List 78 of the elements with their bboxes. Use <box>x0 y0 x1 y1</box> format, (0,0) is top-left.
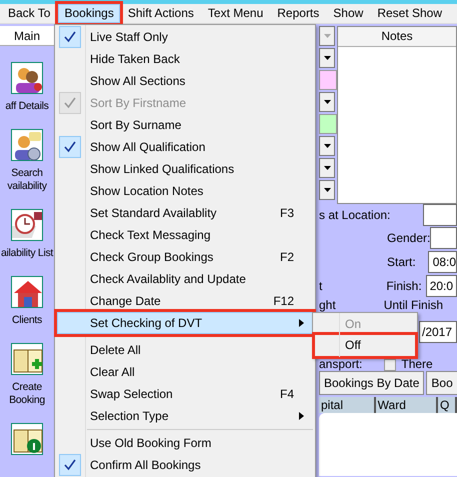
text-field[interactable] <box>423 204 457 226</box>
checkbox[interactable] <box>59 136 81 158</box>
menu-item[interactable]: Clear All <box>57 361 313 383</box>
dropdown-button[interactable] <box>319 92 335 112</box>
caret-icon <box>322 165 332 171</box>
sidebar-label[interactable]: ailability List <box>0 247 54 260</box>
check-icon <box>64 31 76 43</box>
menu-item[interactable]: Set Checking of DVT <box>57 312 313 334</box>
caret-icon <box>322 143 332 149</box>
menu-item[interactable]: Off <box>315 335 415 356</box>
field-label: Gender: <box>387 230 430 246</box>
field-label: Until Finish <box>384 298 444 312</box>
field-label: t <box>319 278 322 294</box>
menu-item[interactable]: Check Group Bookings F2 <box>57 246 313 268</box>
menu-item[interactable]: Back To <box>2 4 56 23</box>
menu-item[interactable]: Reports <box>271 4 326 23</box>
checkbox[interactable] <box>59 454 81 476</box>
menu-item[interactable]: Show All Sections <box>57 70 313 92</box>
text-field[interactable] <box>430 227 457 249</box>
text-field[interactable]: 20:0 <box>426 275 457 297</box>
sidebar-label[interactable]: Search vailability <box>0 167 54 193</box>
caret-icon <box>322 33 332 39</box>
shortcut-label: F3 <box>280 206 294 220</box>
menu-item[interactable]: Swap Selection F4 <box>57 383 313 405</box>
menu-item[interactable]: Confirm All Bookings <box>57 454 313 476</box>
caret-icon <box>322 187 332 193</box>
color-field[interactable] <box>319 70 337 90</box>
menu-item[interactable]: Show Linked Qualifications <box>57 158 313 180</box>
sidebar-label[interactable]: aff Details <box>0 100 54 113</box>
sidebar-label[interactable]: Create Booking <box>0 381 54 407</box>
main-tab[interactable]: Main <box>0 26 54 46</box>
menu-item[interactable]: Set Standard Availablity F3 <box>57 202 313 224</box>
text-field[interactable]: 08:0 <box>428 251 457 273</box>
menu-item[interactable]: Live Staff Only <box>57 26 313 48</box>
checkbox[interactable] <box>384 359 396 371</box>
column-header: Notes <box>338 27 456 47</box>
menu-item[interactable]: Hide Taken Back <box>57 48 313 70</box>
shortcut-label: F4 <box>280 386 294 402</box>
dropdown-button[interactable] <box>319 136 335 156</box>
caret-icon <box>322 55 332 61</box>
checkbox-label: There <box>401 356 433 371</box>
menu-item[interactable]: Show All Qualification <box>57 136 313 158</box>
color-field[interactable] <box>319 114 337 134</box>
menu-item[interactable]: Bookings <box>58 4 120 23</box>
shortcut-label: F2 <box>280 250 294 264</box>
field-label: Finish: <box>386 278 422 294</box>
menu-item[interactable]: Text Menu <box>202 4 270 23</box>
menu-item[interactable]: Selection Type <box>57 405 313 427</box>
toolbar-button[interactable]: Bookings By Date <box>319 371 424 395</box>
menu-item[interactable]: Check Text Messaging <box>57 224 313 246</box>
check-icon <box>64 97 76 109</box>
menu-item[interactable]: Show Location Notes <box>57 180 313 202</box>
menu-item[interactable]: Show <box>327 4 370 23</box>
menu-item[interactable]: Shift Actions <box>122 4 200 23</box>
menu-item[interactable]: Change Date F12 <box>57 290 313 312</box>
menu-item[interactable]: Use Old Booking Form <box>57 432 313 454</box>
menu-item[interactable]: Sort By Surname <box>57 114 313 136</box>
shortcut-label: F12 <box>273 294 294 308</box>
field-label: Start: <box>387 254 416 270</box>
people-search-icon <box>12 130 44 162</box>
submenu-arrow-icon <box>299 319 304 327</box>
dropdown-button[interactable] <box>319 180 335 200</box>
check-icon <box>64 459 76 471</box>
caret-icon <box>322 99 332 105</box>
field-label: ansport: <box>319 356 362 371</box>
toolbar-button[interactable]: Boo <box>426 371 457 395</box>
check-icon <box>64 141 76 153</box>
menu-item[interactable]: Delete All <box>57 339 313 361</box>
dropdown-button[interactable] <box>319 48 335 68</box>
field-label: s at Location: <box>319 208 390 222</box>
menu-item[interactable]: Check Availablity and Update <box>57 268 313 290</box>
field-label: ght <box>319 298 336 312</box>
sidebar-label[interactable]: Clients <box>0 314 54 327</box>
checkbox[interactable] <box>59 26 81 48</box>
date-field[interactable]: /2017 <box>419 321 457 343</box>
dropdown-button[interactable] <box>319 158 335 178</box>
submenu-arrow-icon <box>299 412 304 420</box>
menu-item[interactable]: Reset Show <box>371 4 448 23</box>
